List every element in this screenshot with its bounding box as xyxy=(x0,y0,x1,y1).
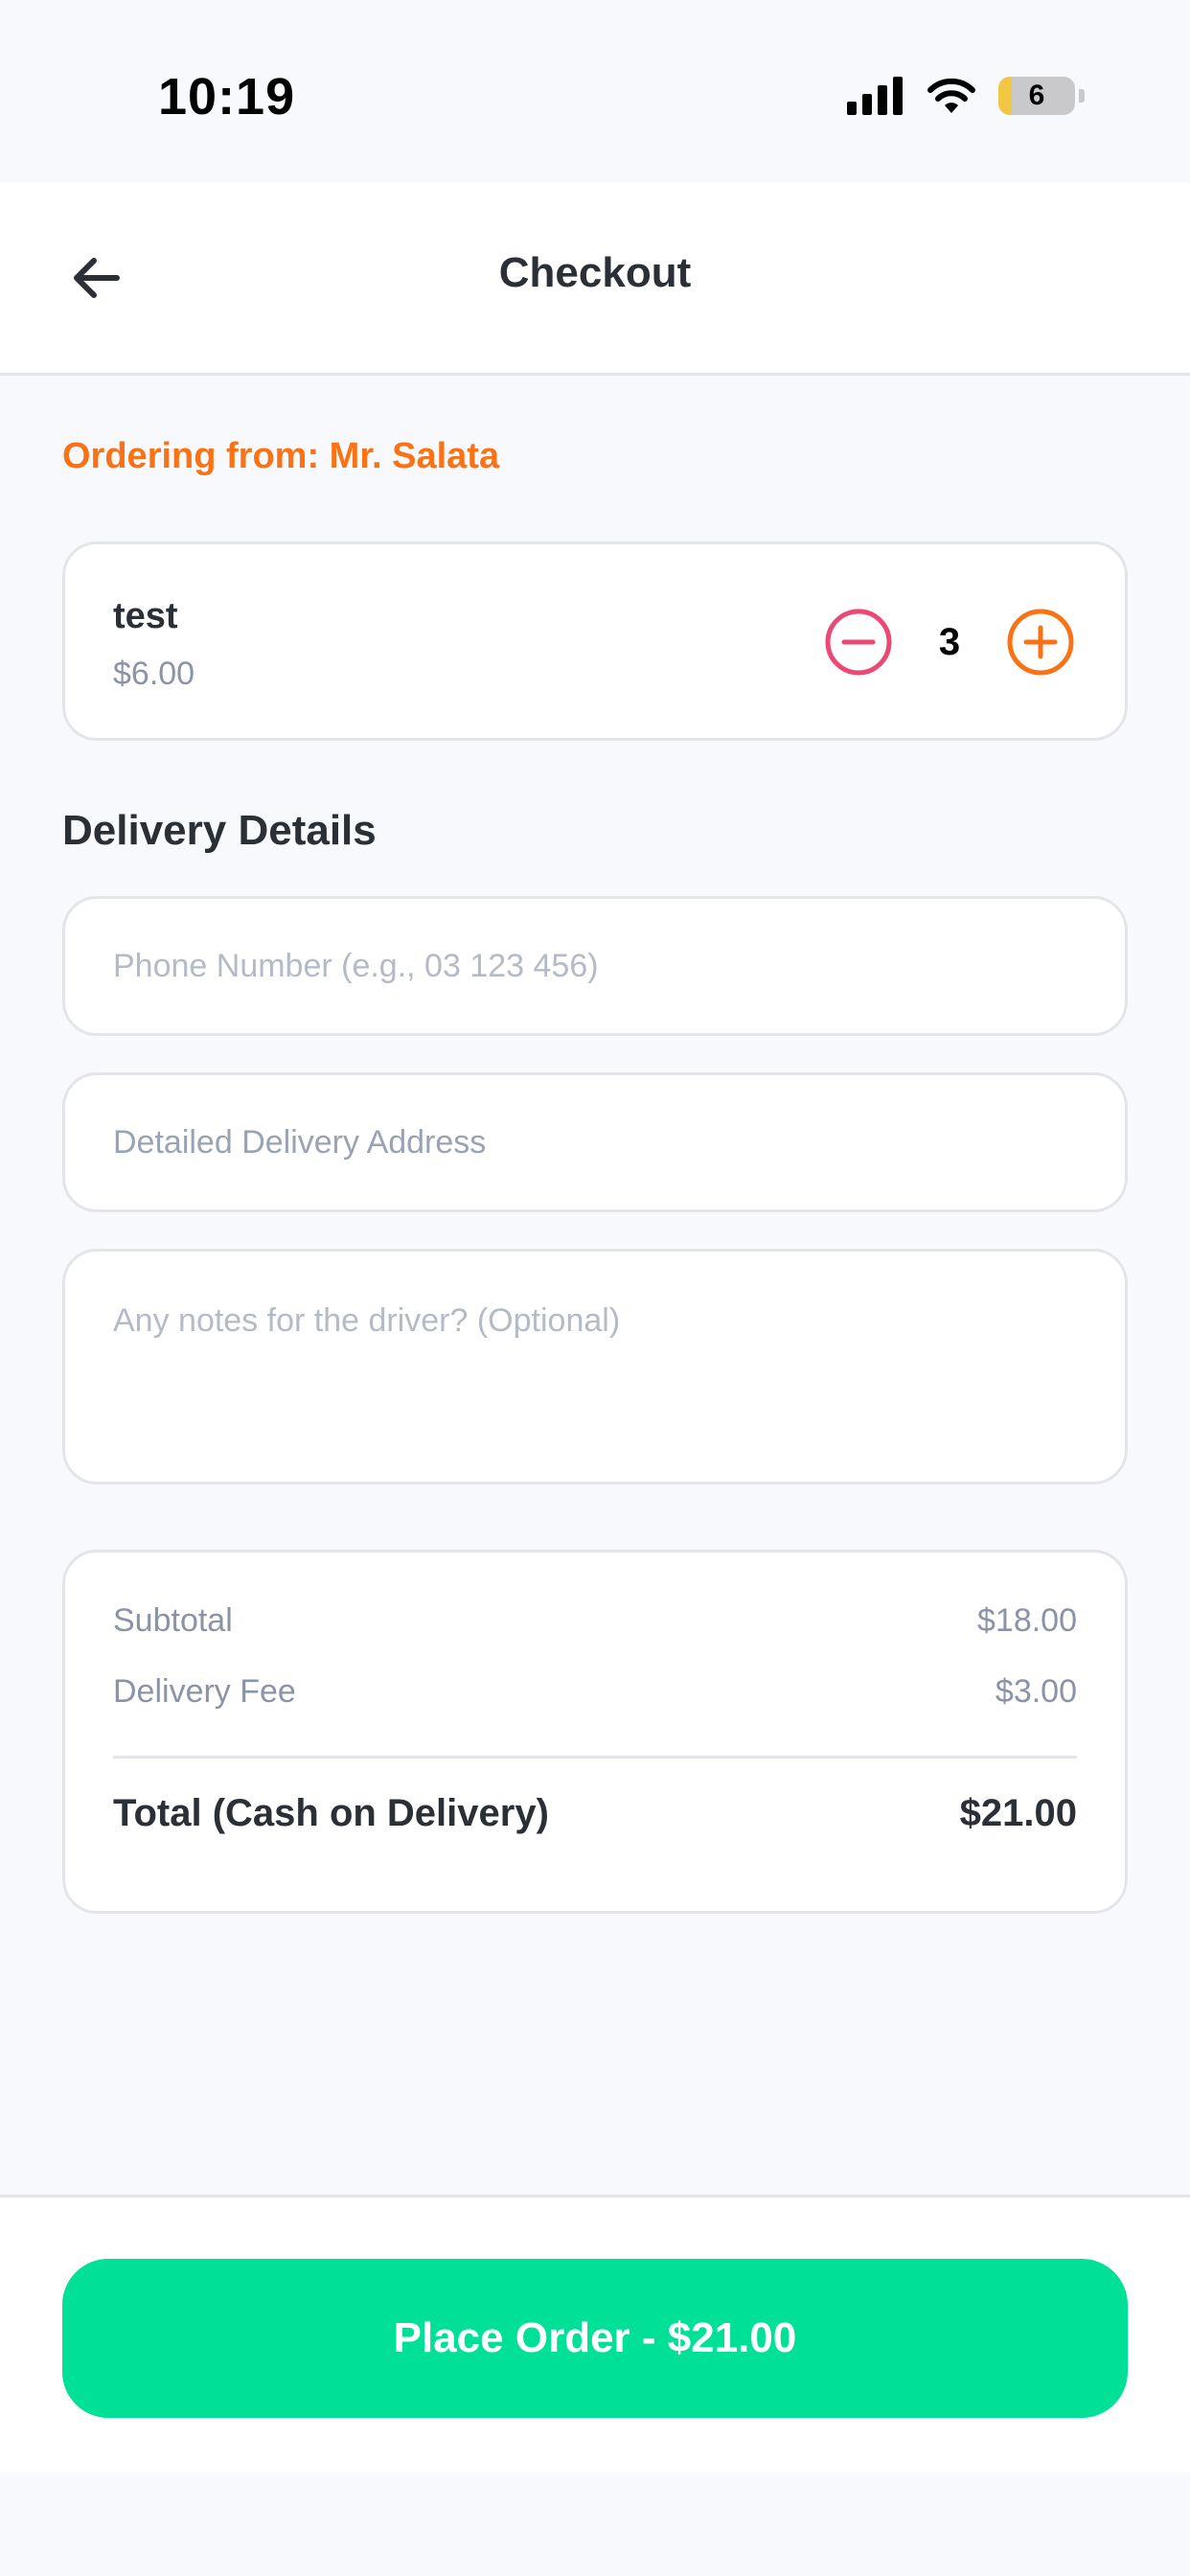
total-value: $21.00 xyxy=(959,1792,1077,1834)
minus-circle-icon xyxy=(825,609,892,676)
restaurant-name: Ordering from: Mr. Salata xyxy=(62,436,500,476)
battery-icon: 6 xyxy=(998,77,1075,115)
delivery-address-input[interactable] xyxy=(62,1072,1128,1212)
header: Checkout xyxy=(0,182,1190,376)
cellular-signal-icon xyxy=(847,77,903,115)
phone-number-input[interactable] xyxy=(62,896,1128,1036)
bottom-action-bar: Place Order - $21.00 xyxy=(0,2195,1190,2472)
total-label: Total (Cash on Delivery) xyxy=(113,1792,549,1834)
subtotal-value: $18.00 xyxy=(977,1602,1077,1639)
cart-item-price: $6.00 xyxy=(113,656,195,692)
summary-divider xyxy=(113,1756,1077,1759)
subtotal-label: Subtotal xyxy=(113,1602,233,1639)
status-time: 10:19 xyxy=(158,68,296,126)
battery-cap xyxy=(1079,89,1085,103)
total-row: Total (Cash on Delivery) $21.00 xyxy=(113,1792,1077,1835)
place-order-button[interactable]: Place Order - $21.00 xyxy=(62,2259,1128,2418)
increment-button[interactable] xyxy=(1006,608,1075,677)
delivery-fee-value: $3.00 xyxy=(995,1673,1077,1710)
quantity-stepper: 3 xyxy=(824,608,1075,677)
decrement-button[interactable] xyxy=(824,608,893,677)
cart-item-name: test xyxy=(113,596,178,636)
delivery-details-title: Delivery Details xyxy=(62,807,377,854)
order-summary-card: Subtotal $18.00 Delivery Fee $3.00 Total… xyxy=(62,1550,1128,1914)
status-icons: 6 xyxy=(847,73,1085,119)
delivery-fee-row: Delivery Fee $3.00 xyxy=(113,1673,1077,1711)
plus-circle-icon xyxy=(1007,609,1074,676)
cart-item-card: test $6.00 3 xyxy=(62,541,1128,741)
status-bar: 10:19 6 xyxy=(0,0,1190,182)
quantity-value: 3 xyxy=(938,620,961,663)
subtotal-row: Subtotal $18.00 xyxy=(113,1602,1077,1640)
battery-level: 6 xyxy=(1028,80,1045,111)
delivery-fee-label: Delivery Fee xyxy=(113,1673,296,1710)
page-title: Checkout xyxy=(498,249,692,296)
driver-notes-input[interactable] xyxy=(62,1249,1128,1484)
wifi-icon xyxy=(927,78,975,113)
checkout-screen: 10:19 6 Checkout Ordering from: Mr. Sala… xyxy=(0,0,1190,2576)
